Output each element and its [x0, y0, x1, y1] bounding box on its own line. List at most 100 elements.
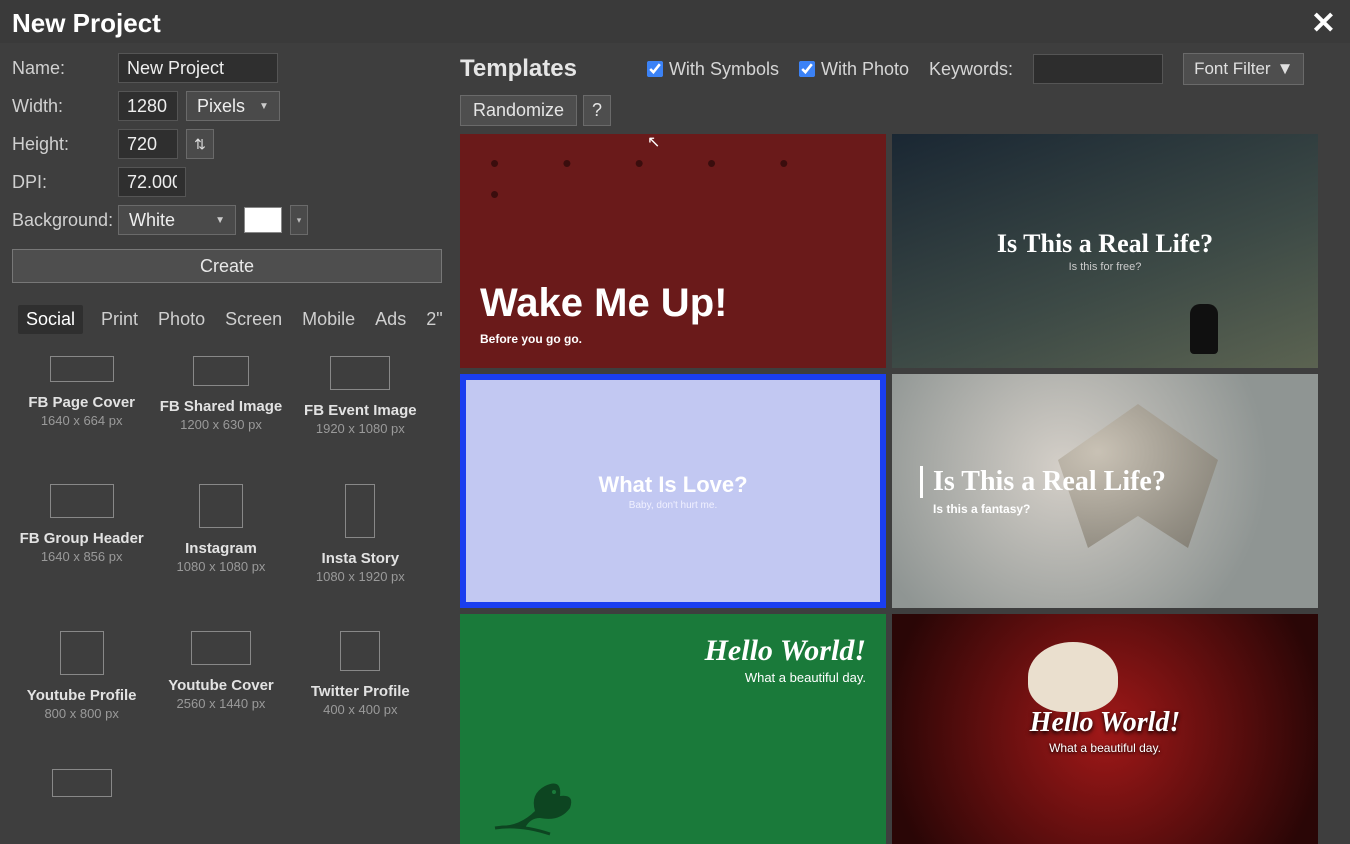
tab-social[interactable]: Social [18, 305, 83, 334]
unit-value: Pixels [197, 96, 245, 117]
preset-name: FB Group Header [20, 530, 144, 547]
template-subtitle: Is this a fantasy? [920, 502, 1318, 516]
preset-thumb [193, 356, 249, 386]
preset-item[interactable]: Instagram 1080 x 1080 px [151, 472, 290, 618]
template-card[interactable]: Hello World! What a beautiful day. [460, 614, 886, 844]
dpi-input[interactable] [118, 167, 186, 197]
preset-item[interactable]: Youtube Profile 800 x 800 px [12, 619, 151, 755]
preset-dims: 1200 x 630 px [180, 417, 262, 432]
preset-thumb [340, 631, 380, 671]
preset-dims: 1640 x 664 px [41, 413, 123, 428]
unit-select[interactable]: Pixels ▼ [186, 91, 280, 121]
swap-dimensions-button[interactable]: ⇅ [186, 129, 214, 159]
randomize-button[interactable]: Randomize [460, 95, 577, 126]
swatch-menu-button[interactable]: ▾ [290, 205, 308, 235]
preset-thumb [199, 484, 243, 528]
height-label: Height: [12, 134, 110, 155]
preset-name: Insta Story [322, 550, 400, 567]
name-input[interactable] [118, 53, 278, 83]
preset-item[interactable] [12, 757, 151, 844]
preset-name: FB Shared Image [160, 398, 283, 415]
tab-ads[interactable]: Ads [373, 305, 408, 334]
tab-2[interactable]: 2" [424, 305, 444, 334]
preset-dims: 1080 x 1080 px [177, 559, 266, 574]
preset-dims: 800 x 800 px [44, 706, 118, 721]
with-symbols-label: With Symbols [669, 59, 779, 80]
height-input[interactable] [118, 129, 178, 159]
preset-name: FB Event Image [304, 402, 417, 419]
template-card[interactable]: Is This a Real Life? Is this for free? [892, 134, 1318, 368]
preset-thumb [50, 484, 114, 518]
template-gallery: Wake Me Up! Before you go go. Is This a … [460, 134, 1338, 844]
template-title: Hello World! [705, 634, 866, 668]
left-panel: Name: Width: Pixels ▼ Height: ⇅ DPI: [12, 53, 442, 844]
filter-icon: ▼ [1277, 59, 1294, 79]
chevron-down-icon: ▼ [215, 215, 225, 226]
chevron-down-icon: ▼ [259, 101, 269, 112]
preset-name: Youtube Profile [27, 687, 137, 704]
template-title: Is This a Real Life? [920, 466, 1318, 498]
template-subtitle: What a beautiful day. [1049, 741, 1161, 755]
background-label: Background: [12, 210, 110, 231]
preset-dims: 1640 x 856 px [41, 549, 123, 564]
templates-title: Templates [460, 55, 577, 83]
preset-thumb [50, 356, 114, 382]
new-project-dialog: New Project ✕ Name: Width: Pixels ▼ Heig… [0, 0, 1350, 844]
preset-item[interactable]: FB Event Image1920 x 1080 px [291, 344, 430, 470]
template-subtitle: Before you go go. [480, 332, 886, 346]
preset-item[interactable]: FB Group Header 1640 x 856 px [12, 472, 151, 618]
with-symbols-checkbox[interactable]: With Symbols [647, 59, 779, 80]
keywords-label: Keywords: [929, 59, 1013, 80]
template-card[interactable]: Is This a Real Life? Is this a fantasy? [892, 374, 1318, 608]
dialog-title: New Project [12, 8, 161, 39]
template-card[interactable]: Hello World! What a beautiful day. [892, 614, 1318, 844]
preset-name: Instagram [185, 540, 257, 557]
width-input[interactable] [118, 91, 178, 121]
tab-print[interactable]: Print [99, 305, 140, 334]
tab-photo[interactable]: Photo [156, 305, 207, 334]
with-symbols-input[interactable] [647, 61, 663, 77]
right-panel: Templates With Symbols With Photo Keywor… [460, 53, 1338, 844]
background-select[interactable]: White ▼ [118, 205, 236, 235]
name-label: Name: [12, 58, 110, 79]
dpi-label: DPI: [12, 172, 110, 193]
preset-item[interactable]: Insta Story 1080 x 1920 px [291, 472, 430, 618]
templates-header: Templates With Symbols With Photo Keywor… [460, 53, 1338, 85]
preset-thumb [60, 631, 104, 675]
keywords-input[interactable] [1033, 54, 1163, 84]
create-button[interactable]: Create [12, 249, 442, 283]
preset-name: Youtube Cover [168, 677, 274, 694]
with-photo-label: With Photo [821, 59, 909, 80]
background-swatch[interactable] [244, 207, 282, 233]
font-filter-button[interactable]: Font Filter ▼ [1183, 53, 1304, 85]
background-value: White [129, 210, 175, 231]
template-title: Hello World! [1030, 707, 1181, 739]
help-button[interactable]: ? [583, 95, 611, 126]
swap-icon: ⇅ [194, 136, 206, 153]
template-card[interactable]: What Is Love? Baby, don't hurt me. [460, 374, 886, 608]
template-subtitle: Baby, don't hurt me. [629, 500, 717, 511]
preset-item[interactable]: Youtube Cover 2560 x 1440 px [151, 619, 290, 755]
preset-thumb [52, 769, 112, 797]
close-icon[interactable]: ✕ [1311, 9, 1336, 39]
preset-grid: FB Page Cover1640 x 664 pxFB Shared Imag… [12, 344, 442, 844]
preset-dims: 1080 x 1920 px [316, 569, 405, 584]
font-filter-label: Font Filter [1194, 59, 1271, 79]
width-label: Width: [12, 96, 110, 117]
template-subtitle: Is this for free? [1069, 261, 1142, 273]
preset-item[interactable]: FB Shared Image 1200 x 630 px [151, 344, 290, 470]
preset-item[interactable]: Twitter Profile400 x 400 px [291, 619, 430, 755]
template-title: What Is Love? [598, 472, 747, 498]
with-photo-checkbox[interactable]: With Photo [799, 59, 909, 80]
tab-mobile[interactable]: Mobile [300, 305, 357, 334]
preset-thumb [330, 356, 390, 390]
template-title: Is This a Real Life? [997, 229, 1213, 259]
preset-item[interactable]: FB Page Cover1640 x 664 px [12, 344, 151, 470]
template-card[interactable]: Wake Me Up! Before you go go. [460, 134, 886, 368]
preset-tabs: Social Print Photo Screen Mobile Ads 2" [12, 305, 442, 334]
bird-icon [490, 756, 590, 836]
with-photo-input[interactable] [799, 61, 815, 77]
preset-dims: 2560 x 1440 px [177, 696, 266, 711]
tab-screen[interactable]: Screen [223, 305, 284, 334]
preset-thumb [191, 631, 251, 665]
